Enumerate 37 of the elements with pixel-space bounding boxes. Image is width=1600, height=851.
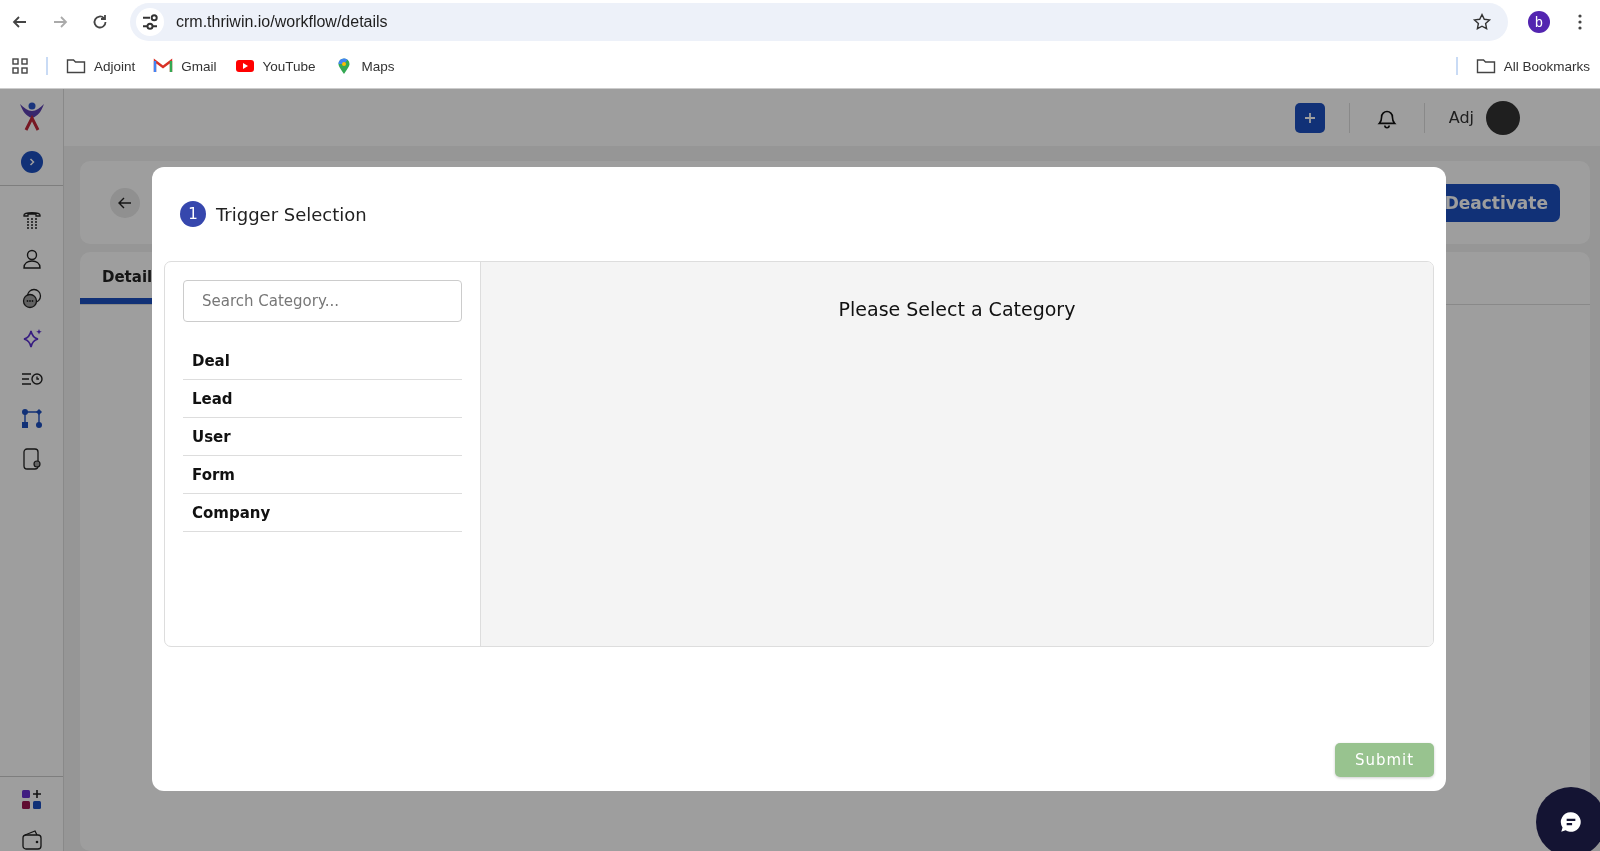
site-settings-icon[interactable] — [136, 8, 164, 36]
dialog-title: Trigger Selection — [216, 203, 367, 225]
add-apps-icon[interactable] — [20, 789, 43, 811]
mail-icon — [153, 58, 174, 74]
bookmark-link[interactable]: Adjoint — [66, 58, 136, 74]
category-item[interactable]: Deal — [183, 342, 462, 380]
expand-sidebar-button[interactable] — [20, 151, 43, 173]
user-name[interactable]: Adj — [1448, 108, 1474, 127]
chat-bubbles-icon[interactable] — [20, 288, 43, 310]
workflow-icon[interactable] — [20, 408, 43, 430]
bookmark-link[interactable]: YouTube — [234, 58, 316, 74]
category-item[interactable]: User — [183, 418, 462, 456]
bookmark-link[interactable]: Maps — [333, 58, 395, 74]
apps-grid-icon[interactable] — [12, 58, 28, 74]
address-bar[interactable]: crm.thriwin.io/workflow/details — [130, 3, 1508, 41]
empty-message: Please Select a Category — [838, 298, 1076, 322]
chat-bubble-icon — [1558, 809, 1584, 835]
search-field[interactable]: Search Category... — [183, 280, 462, 322]
category-item[interactable]: Lead — [183, 380, 462, 418]
folder-icon — [1475, 58, 1496, 74]
bookmark-link[interactable]: All Bookmarks — [1475, 58, 1590, 74]
folder-icon — [66, 58, 86, 74]
add-button[interactable] — [1294, 102, 1325, 133]
back-button[interactable] — [110, 187, 140, 218]
chat-button[interactable] — [1536, 787, 1600, 851]
category-item[interactable]: Company — [183, 494, 462, 532]
user-icon[interactable] — [20, 248, 43, 270]
star-icon[interactable] — [1472, 12, 1492, 32]
profile-avatar[interactable]: b — [1528, 11, 1550, 33]
plus-icon — [1303, 111, 1316, 124]
play-icon — [234, 58, 255, 74]
wallet-icon[interactable] — [20, 829, 43, 851]
device-settings-icon[interactable] — [20, 448, 43, 470]
category-item[interactable]: Form — [183, 456, 462, 494]
bookmark-link[interactable]: Gmail — [153, 58, 217, 74]
step-number: 1 — [180, 201, 206, 227]
user-avatar[interactable] — [1486, 100, 1520, 135]
